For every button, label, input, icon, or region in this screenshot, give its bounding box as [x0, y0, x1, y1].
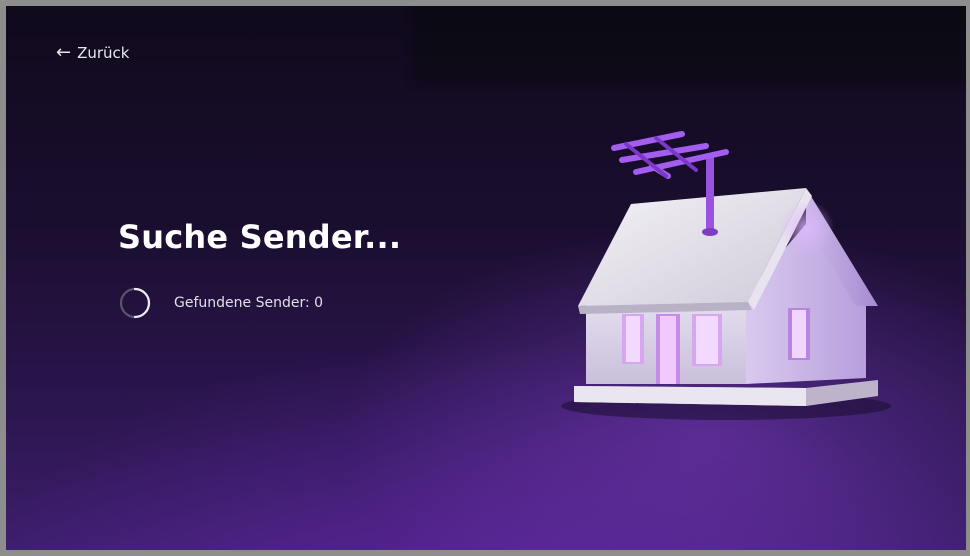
tv-screen: ← Zurück Suche Sender... Gefundene Sende…: [6, 6, 966, 550]
found-channels-label: Gefundene Sender: 0: [174, 295, 324, 311]
back-label: Zurück: [77, 44, 130, 62]
page-title: Suche Sender...: [118, 218, 402, 256]
scan-status: Gefundene Sender: 0: [118, 286, 323, 320]
back-button[interactable]: ← Zurück: [56, 42, 130, 63]
loading-spinner-icon: [119, 287, 151, 319]
left-arrow-icon: ←: [56, 42, 72, 63]
top-shadow-band: [416, 6, 966, 78]
house-with-antenna-illustration: [561, 131, 891, 420]
